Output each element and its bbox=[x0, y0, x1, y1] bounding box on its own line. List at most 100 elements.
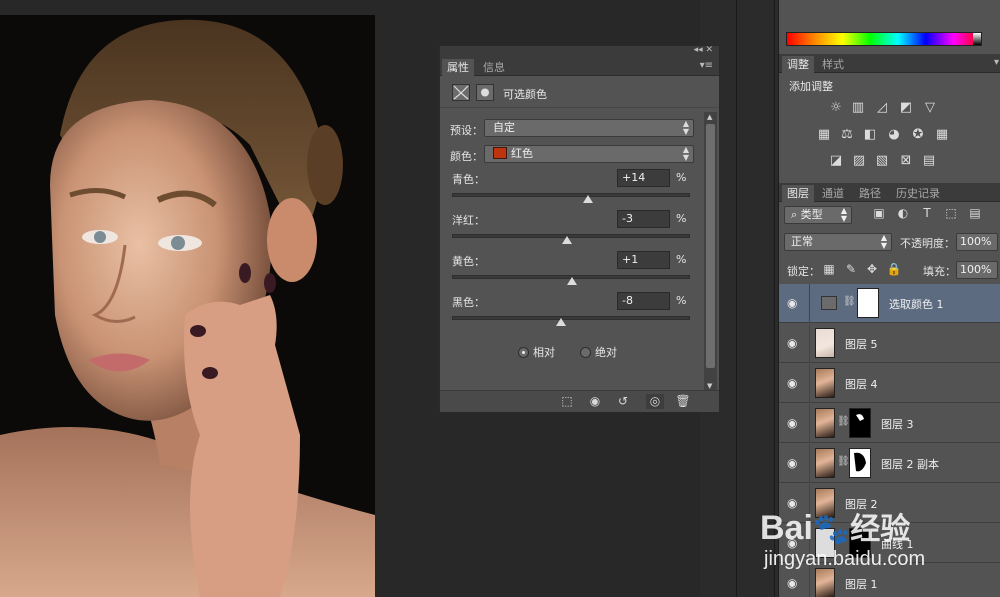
properties-panel[interactable]: ◂◂ ✕ 属性 信息 ▾≡ 可选颜色 预设： 自定 ▲ ▼ 颜色： 红色 ▲ ▼ 青… bbox=[439, 45, 720, 413]
fill-input[interactable]: 100% bbox=[956, 261, 998, 279]
relative-label[interactable]: 相对 bbox=[533, 346, 555, 359]
slider-value-input[interactable]: -3 bbox=[617, 210, 670, 228]
photo-filter-icon[interactable]: ◕ bbox=[885, 127, 903, 143]
layer-mask-thumbnail[interactable] bbox=[857, 288, 879, 318]
lock-transparent-icon[interactable]: ▦ bbox=[821, 261, 837, 277]
hue-saturation-icon[interactable]: ▦ bbox=[815, 127, 833, 143]
slider-label: 青色： bbox=[452, 173, 485, 186]
absolute-radio[interactable] bbox=[580, 347, 591, 358]
pixel-filter-icon[interactable]: ▣ bbox=[871, 205, 887, 221]
selective-color-adj-icon[interactable]: ⊠ bbox=[897, 153, 915, 169]
slider-value-input[interactable]: +1 bbox=[617, 251, 670, 269]
eye-icon[interactable]: ◉ bbox=[787, 416, 797, 430]
preset-dropdown[interactable]: 自定 ▲ ▼ bbox=[484, 119, 694, 137]
tab-styles[interactable]: 样式 bbox=[817, 56, 849, 73]
eye-icon[interactable]: ◉ bbox=[787, 576, 797, 590]
posterize-icon[interactable]: ▨ bbox=[850, 153, 868, 169]
blend-mode-dropdown[interactable]: 正常 ▲ ▼ bbox=[784, 233, 892, 251]
panel-menu-icon[interactable]: ▾≡ bbox=[700, 60, 713, 71]
color-lookup-icon[interactable]: ▦ bbox=[933, 127, 951, 143]
layer-name[interactable]: 图层 4 bbox=[845, 376, 878, 392]
relative-radio[interactable] bbox=[518, 347, 529, 358]
view-previous-icon[interactable]: ◉ bbox=[586, 394, 604, 409]
eye-icon[interactable]: ◉ bbox=[787, 336, 797, 350]
lock-all-icon[interactable]: 🔒 bbox=[886, 261, 902, 277]
layer-row[interactable]: ◉ ⛓ 图层 2 副本 bbox=[779, 444, 1000, 483]
slider-value-input[interactable]: -8 bbox=[617, 292, 670, 310]
gradient-map-icon[interactable]: ▤ bbox=[920, 153, 938, 169]
layer-mask-thumbnail[interactable] bbox=[849, 448, 871, 478]
layer-name[interactable]: 图层 5 bbox=[845, 336, 878, 352]
tab-paths[interactable]: 路径 bbox=[854, 185, 886, 202]
trash-icon[interactable]: 🗑 bbox=[674, 394, 692, 409]
slider-thumb[interactable] bbox=[567, 277, 578, 285]
watermark-suffix: 经验 bbox=[850, 513, 911, 546]
lock-pixels-icon[interactable]: ✎ bbox=[843, 261, 859, 277]
eye-icon[interactable]: ◉ bbox=[787, 376, 797, 390]
exposure-icon[interactable]: ◩ bbox=[897, 100, 915, 116]
layer-mask-thumbnail[interactable] bbox=[849, 408, 871, 438]
slider-thumb[interactable] bbox=[582, 195, 593, 203]
scroll-thumb[interactable] bbox=[706, 124, 715, 368]
collapse-close-controls[interactable]: ◂◂ ✕ bbox=[694, 45, 713, 55]
curves-icon[interactable]: ◿ bbox=[873, 100, 891, 116]
shape-filter-icon[interactable]: ⬚ bbox=[943, 205, 959, 221]
tab-history[interactable]: 历史记录 bbox=[891, 185, 945, 202]
reset-icon[interactable]: ↺ bbox=[614, 394, 632, 409]
slider-track[interactable] bbox=[452, 193, 690, 197]
mask-icon[interactable] bbox=[476, 84, 494, 101]
tab-info[interactable]: 信息 bbox=[478, 59, 510, 76]
lock-position-icon[interactable]: ✥ bbox=[864, 261, 880, 277]
eye-icon[interactable]: ◉ bbox=[787, 456, 797, 470]
invert-icon[interactable]: ◪ bbox=[827, 153, 845, 169]
selective-color-icon[interactable] bbox=[452, 84, 470, 101]
absolute-label[interactable]: 绝对 bbox=[595, 346, 617, 359]
black-white-ramp[interactable] bbox=[973, 33, 981, 45]
tab-adjustments[interactable]: 调整 bbox=[782, 56, 814, 73]
slider-value-input[interactable]: +14 bbox=[617, 169, 670, 187]
smart-object-filter-icon[interactable]: ▤ bbox=[967, 205, 983, 221]
layer-name[interactable]: 图层 3 bbox=[881, 416, 914, 432]
eye-icon[interactable]: ◉ bbox=[787, 296, 797, 310]
vibrance-icon[interactable]: ▽ bbox=[921, 100, 939, 116]
clip-to-layer-icon[interactable]: ⬚ bbox=[558, 394, 576, 409]
adjustment-filter-icon[interactable]: ◐ bbox=[895, 205, 911, 221]
layer-thumbnail bbox=[815, 408, 835, 438]
layer-row[interactable]: ◉ ⛓ 图层 3 bbox=[779, 404, 1000, 443]
scroll-up-icon[interactable]: ▲ bbox=[707, 113, 712, 121]
threshold-icon[interactable]: ▧ bbox=[873, 153, 891, 169]
tab-layers[interactable]: 图层 bbox=[782, 185, 814, 202]
tab-channels[interactable]: 通道 bbox=[817, 185, 849, 202]
layer-row[interactable]: ◉ 图层 4 bbox=[779, 364, 1000, 403]
type-filter-icon[interactable]: T bbox=[919, 205, 935, 221]
scroll-down-icon[interactable]: ▼ bbox=[707, 382, 712, 390]
panel-menu-icon[interactable]: ▾ bbox=[994, 57, 999, 68]
color-dropdown[interactable]: 红色 ▲ ▼ bbox=[484, 145, 694, 163]
filter-type-dropdown[interactable]: ⌕ 类型 ▲ ▼ bbox=[784, 206, 852, 224]
brightness-icon[interactable]: ☼ bbox=[827, 100, 845, 116]
link-icon: ⛓ bbox=[837, 416, 850, 427]
layer-row[interactable]: ◉ 图层 5 bbox=[779, 324, 1000, 363]
layer-name[interactable]: 图层 1 bbox=[845, 576, 878, 592]
slider-track[interactable] bbox=[452, 316, 690, 320]
properties-scrollbar[interactable]: ▲ ▼ bbox=[704, 112, 717, 391]
channel-mixer-icon[interactable]: ✪ bbox=[909, 127, 927, 143]
layer-row[interactable]: ◉ ⛓ 选取颜色 1 bbox=[779, 284, 1000, 323]
tab-properties[interactable]: 属性 bbox=[442, 59, 474, 76]
color-spectrum[interactable] bbox=[786, 32, 982, 46]
levels-icon[interactable]: ▥ bbox=[849, 100, 867, 116]
slider-thumb[interactable] bbox=[562, 236, 573, 244]
percent-sign: % bbox=[676, 171, 687, 184]
dropdown-arrows-icon: ▲ ▼ bbox=[682, 119, 689, 136]
layer-name[interactable]: 选取颜色 1 bbox=[889, 296, 944, 312]
adjustment-header: 可选颜色 bbox=[440, 78, 719, 108]
black-white-icon[interactable]: ◧ bbox=[861, 127, 879, 143]
preset-label: 预设： bbox=[450, 124, 483, 137]
opacity-input[interactable]: 100% bbox=[956, 233, 998, 251]
layer-name[interactable]: 图层 2 副本 bbox=[881, 456, 939, 472]
layer-thumbnail bbox=[815, 448, 835, 478]
visibility-eye-icon[interactable]: ◎ bbox=[646, 394, 664, 409]
color-balance-icon[interactable]: ⚖ bbox=[838, 127, 856, 143]
slider-thumb[interactable] bbox=[556, 318, 567, 326]
layer-thumbnail bbox=[815, 368, 835, 398]
